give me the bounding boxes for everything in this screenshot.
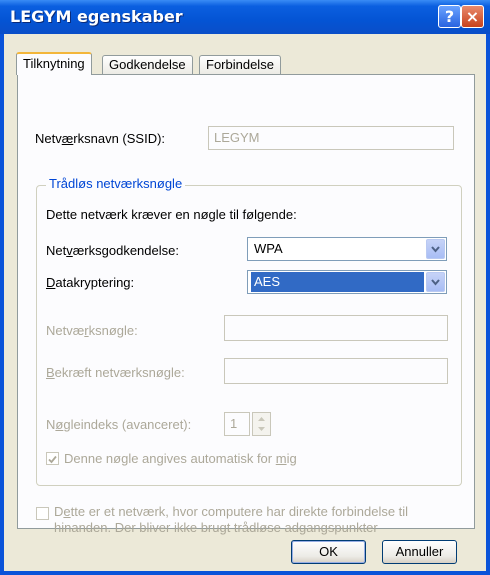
adhoc-checkbox[interactable] <box>36 507 49 520</box>
checkmark-icon <box>48 455 57 464</box>
title-bar[interactable]: LEGYM egenskaber ? × <box>0 0 490 34</box>
tab-forbindelse[interactable]: Forbindelse <box>199 55 281 74</box>
network-key-label: Netværksnøgle: <box>46 323 138 338</box>
key-index-spinner[interactable] <box>252 412 271 436</box>
tab-godkendelse[interactable]: Godkendelse <box>102 55 193 74</box>
ok-button[interactable]: OK <box>291 540 366 564</box>
key-required-text: Dette netværk kræver en nøgle til følgen… <box>46 207 297 222</box>
auto-key-checkbox[interactable] <box>46 452 59 465</box>
key-index-field[interactable]: 1 <box>224 412 250 436</box>
adhoc-label-line2: hinanden. Der bliver ikke brugt trådløse… <box>54 520 378 535</box>
confirm-key-label: Bekræft netværksnøgle: <box>46 365 185 380</box>
ssid-field[interactable]: LEGYM <box>208 126 454 150</box>
help-button[interactable]: ? <box>438 5 461 28</box>
cancel-button[interactable]: Annuller <box>382 540 457 564</box>
encryption-label: Datakryptering: <box>46 275 135 290</box>
auth-label: Netværksgodkendelse: <box>46 243 179 258</box>
confirm-key-field[interactable] <box>224 358 448 384</box>
encryption-value: AES <box>251 272 424 292</box>
auth-value: WPA <box>254 241 283 256</box>
chevron-down-icon[interactable] <box>426 239 445 259</box>
ssid-label: Netværksnavn (SSID): <box>35 131 166 146</box>
tab-panel: Netværksnavn (SSID): LEGYM Trådløs netvæ… <box>17 74 475 535</box>
window-title: LEGYM egenskaber <box>10 7 183 26</box>
dialog-body: Tilknytning Godkendelse Forbindelse Netv… <box>4 34 486 571</box>
spinner-arrows-icon <box>258 417 265 431</box>
close-button[interactable]: × <box>461 5 484 28</box>
auth-select[interactable]: WPA <box>247 237 447 261</box>
wireless-key-group-title: Trådløs netværksnøgle <box>46 176 186 191</box>
encryption-select[interactable]: AES <box>247 270 447 294</box>
network-key-field[interactable] <box>224 315 448 341</box>
chevron-down-icon[interactable] <box>426 272 445 292</box>
auto-key-label: Denne nøgle angives automatisk for mig <box>64 451 297 466</box>
adhoc-label-line1: Dette er et netværk, hvor computere har … <box>54 504 409 519</box>
tab-tilknytning[interactable]: Tilknytning <box>16 52 92 75</box>
key-index-label: Nøgleindeks (avanceret): <box>46 417 192 432</box>
dialog-window: LEGYM egenskaber ? × Tilknytning Godkend… <box>0 0 490 575</box>
